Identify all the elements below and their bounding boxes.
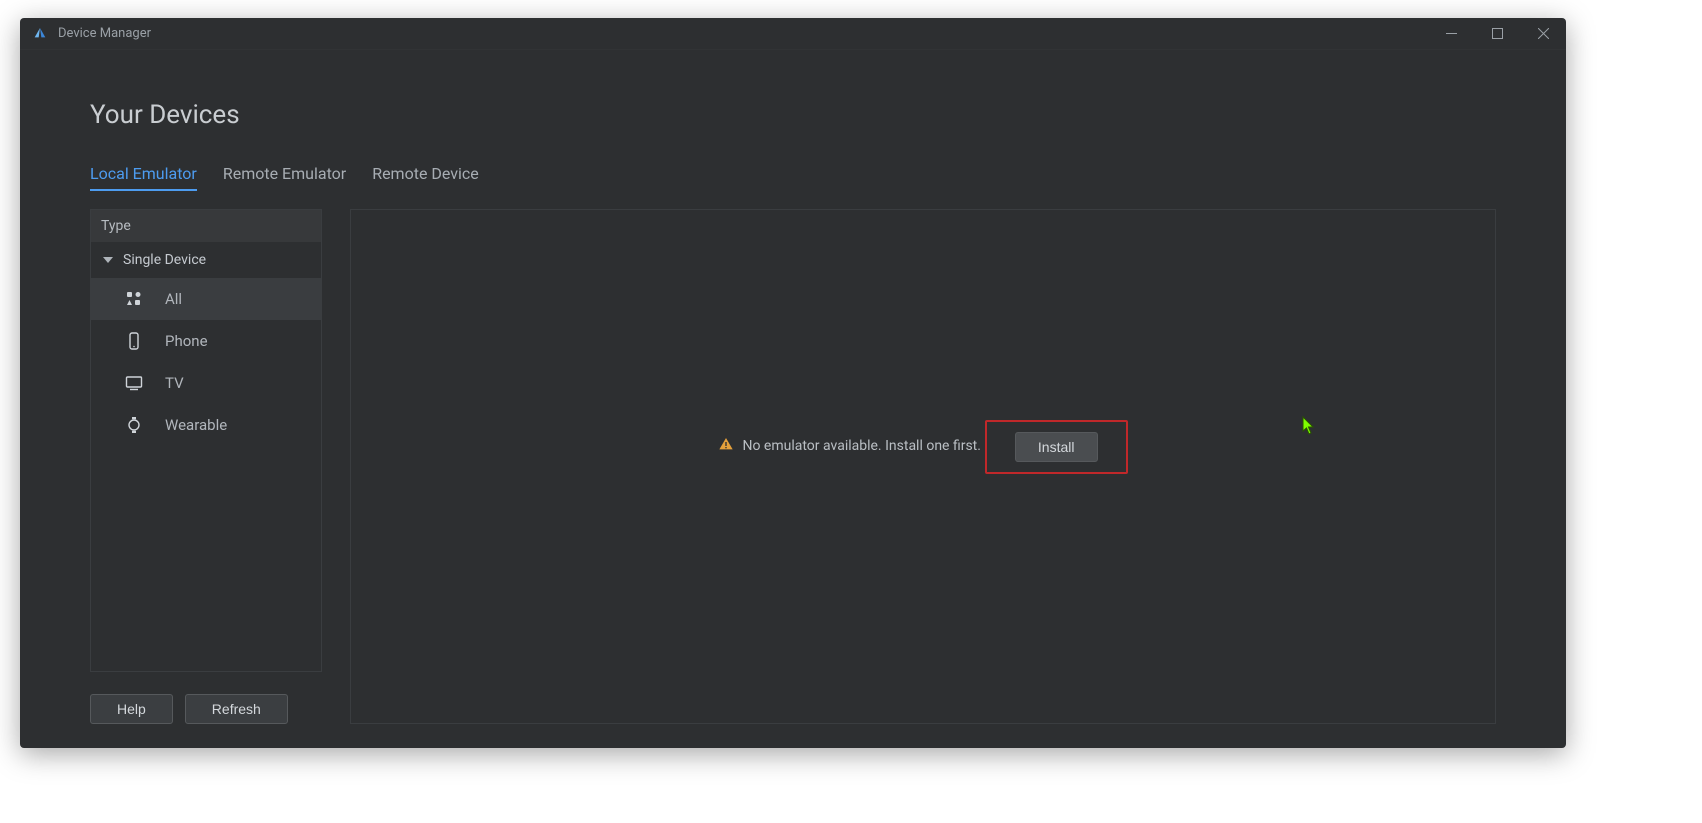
window-title: Device Manager — [58, 26, 151, 41]
type-list: Type Single Device All — [90, 209, 322, 672]
empty-message-text: No emulator available. Install one first… — [742, 438, 980, 454]
sidebar: Type Single Device All — [90, 209, 322, 724]
content-area: Your Devices Local Emulator Remote Emula… — [20, 50, 1566, 748]
tab-remote-emulator[interactable]: Remote Emulator — [223, 164, 346, 191]
sidebar-item-label: All — [165, 290, 182, 308]
titlebar: Device Manager — [20, 18, 1566, 50]
sidebar-item-phone[interactable]: Phone — [91, 320, 321, 362]
minimize-button[interactable] — [1428, 18, 1474, 50]
phone-icon — [125, 332, 143, 350]
chevron-down-icon — [103, 257, 113, 263]
watch-icon — [125, 416, 143, 434]
tabbar: Local Emulator Remote Emulator Remote De… — [90, 164, 1496, 191]
tab-local-emulator[interactable]: Local Emulator — [90, 164, 197, 191]
empty-message-row: No emulator available. Install one first… — [718, 436, 980, 456]
sidebar-item-label: Phone — [165, 332, 208, 350]
sidebar-item-wearable[interactable]: Wearable — [91, 404, 321, 446]
sidebar-item-label: TV — [165, 374, 184, 392]
sidebar-item-label: Wearable — [165, 416, 227, 434]
tv-icon — [125, 374, 143, 392]
type-header: Type — [91, 210, 321, 242]
install-highlight-box: Install — [985, 420, 1128, 474]
tree-group-single-device[interactable]: Single Device — [91, 242, 321, 278]
maximize-button[interactable] — [1474, 18, 1520, 50]
close-button[interactable] — [1520, 18, 1566, 50]
page-title: Your Devices — [90, 100, 1496, 130]
tree-group-label: Single Device — [123, 252, 206, 268]
warning-icon — [718, 436, 734, 456]
sidebar-item-tv[interactable]: TV — [91, 362, 321, 404]
main-row: Type Single Device All — [90, 209, 1496, 724]
install-button[interactable]: Install — [1015, 432, 1098, 462]
tab-remote-device[interactable]: Remote Device — [372, 164, 479, 191]
help-button[interactable]: Help — [90, 694, 173, 724]
device-manager-window: Device Manager Your Devices Local Emulat… — [20, 18, 1566, 748]
grid-icon — [125, 290, 143, 308]
footer-buttons: Help Refresh — [90, 694, 322, 724]
empty-state: No emulator available. Install one first… — [718, 420, 1127, 474]
refresh-button[interactable]: Refresh — [185, 694, 288, 724]
sidebar-item-all[interactable]: All — [91, 278, 321, 320]
app-logo-icon — [32, 26, 48, 42]
emulator-pane: No emulator available. Install one first… — [350, 209, 1496, 724]
